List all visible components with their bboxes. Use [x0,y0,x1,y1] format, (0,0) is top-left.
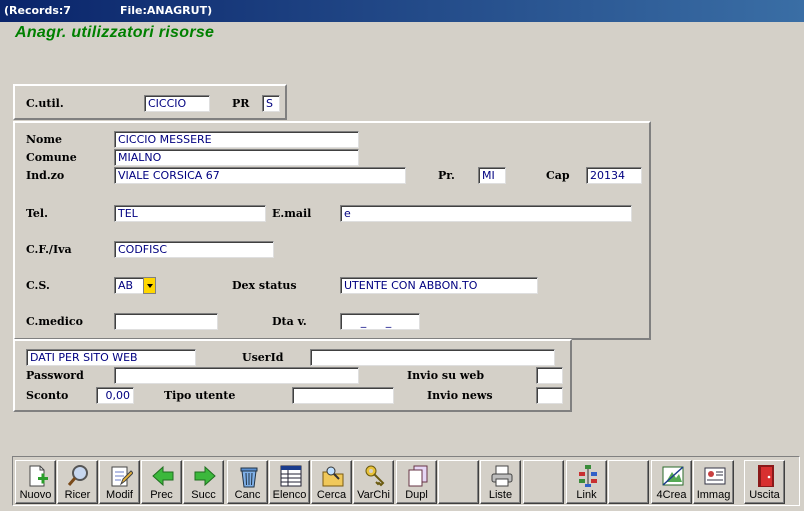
inviosuweb-field[interactable] [536,367,563,384]
pr-field[interactable]: S [262,95,280,112]
page-title: Anagr. utilizzatori risorse [15,24,215,41]
cmedico-label: C.medico [26,315,83,328]
uscita-label: Uscita [749,489,780,501]
dtav-field[interactable]: _ _ [340,313,420,330]
succ-label: Succ [191,489,216,501]
sconto-label: Sconto [26,389,69,402]
password-label: Password [26,369,84,382]
elenco-button[interactable]: Elenco [269,460,310,504]
exit-door-icon [758,465,774,487]
immag-label: Immag [696,489,731,501]
printer-icon [491,465,513,487]
varchi-button[interactable]: VarChi [353,460,394,504]
inviosuweb-label: Invio su web [407,369,485,382]
canc-button[interactable]: Canc [227,460,268,504]
prec-label: Prec [150,489,173,501]
empty-slot-button[interactable] [523,460,564,504]
cs-label: C.S. [26,279,50,292]
cap-field[interactable]: 20134 [586,167,642,184]
cf-label: C.F./Iva [26,243,72,256]
prov-label: Pr. [438,169,455,182]
dtav-label: Dta v. [272,315,307,328]
cerca-button[interactable]: Cerca [311,460,352,504]
comune-field[interactable]: MIALNO [114,149,359,166]
succ-button[interactable]: Succ [183,460,224,504]
link-button[interactable]: Link [566,460,607,504]
comune-label: Comune [26,151,77,164]
password-field[interactable] [114,367,359,384]
immag-button[interactable]: Immag [693,460,734,504]
tel-label: Tel. [26,207,48,220]
modif-label: Modif [106,489,133,501]
image-card-icon [704,467,726,485]
dexstatus-label: Dex status [232,279,297,292]
prec-button[interactable]: Prec [141,460,182,504]
tipoutente-label: Tipo utente [164,389,236,402]
empty-slot-button[interactable] [608,460,649,504]
cmedico-field[interactable] [114,313,218,330]
liste-label: Liste [488,489,513,501]
userid-label: UserId [242,351,284,364]
email-field[interactable]: e [340,205,632,222]
cutil-field[interactable]: CICCIO [144,95,210,112]
cutil-label: C.util. [26,97,64,110]
dexstatus-field[interactable]: UTENTE CON ABBON.TO [340,277,538,294]
title-bar: (Records:7 File:ANAGRUT) [0,0,804,22]
trash-can-icon [240,467,258,488]
invionews-field[interactable] [536,387,563,404]
sconto-field[interactable]: 0,00 [96,387,134,404]
file-name: File:ANAGRUT) [120,4,213,17]
duplicate-icon [408,465,428,487]
indzo-field[interactable]: VIALE CORSICA 67 [114,167,406,184]
prov-field[interactable]: MI [478,167,506,184]
pr-label: PR [232,97,250,110]
records-count: (Records:7 [4,4,71,17]
build-icon [662,466,684,486]
search-magnifier-icon [67,465,88,486]
cs-select[interactable]: AB [114,277,144,294]
sitoweb-field[interactable]: DATI PER SITO WEB [26,349,196,366]
ricer-button[interactable]: Ricer [57,460,98,504]
arrow-right-icon [194,465,216,487]
nuovo-label: Nuovo [19,489,52,501]
dupl-button[interactable]: Dupl [396,460,437,504]
link-label: Link [576,489,597,501]
modif-button[interactable]: Modif [99,460,140,504]
new-document-icon [29,465,48,487]
4crea-button[interactable]: 4Crea [651,460,692,504]
keys-icon [365,465,385,487]
nome-field[interactable]: CICCIO MESSERE [114,131,359,148]
edit-document-icon [111,466,133,487]
main-window: (Records:7 File:ANAGRUT) Anagr. utilizza… [0,0,804,511]
4crea-label: 4Crea [656,489,687,501]
cerca-label: Cerca [316,489,347,501]
cf-field[interactable]: CODFISC [114,241,274,258]
liste-button[interactable]: Liste [480,460,521,504]
search-folder-icon [322,466,344,487]
uscita-button[interactable]: Uscita [744,460,785,504]
tipoutente-field[interactable] [292,387,394,404]
link-tree-icon [579,465,597,487]
varchi-label: VarChi [357,489,390,501]
canc-label: Canc [234,489,261,501]
dupl-label: Dupl [405,489,428,501]
email-label: E.mail [272,207,312,220]
indzo-label: Ind.zo [26,169,65,182]
ricer-label: Ricer [64,489,91,501]
tel-field[interactable]: TEL [114,205,266,222]
arrow-left-icon [152,465,174,487]
chevron-down-icon[interactable] [143,277,156,294]
nome-label: Nome [26,133,63,146]
invionews-label: Invio news [427,389,493,402]
nuovo-button[interactable]: Nuovo [15,460,56,504]
userid-field[interactable] [310,349,555,366]
empty-slot-button[interactable] [438,460,479,504]
list-table-icon [280,465,302,487]
elenco-label: Elenco [272,489,307,501]
cap-label: Cap [546,169,570,182]
